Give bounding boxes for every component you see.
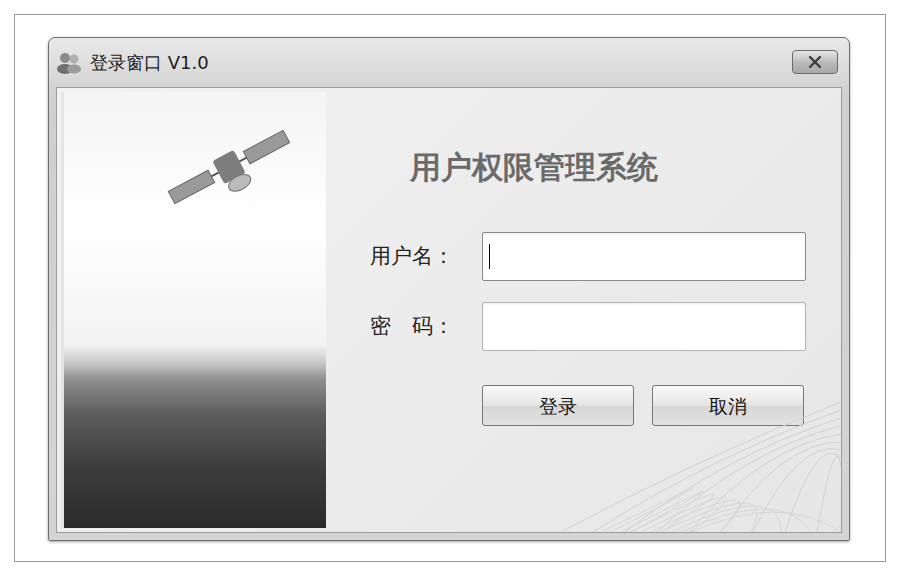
banner-picture	[61, 92, 326, 528]
login-button[interactable]: 登录	[482, 385, 634, 426]
close-icon	[809, 56, 821, 68]
title-group: 登录窗口 V1.0	[56, 49, 209, 76]
mesh-decoration-icon	[541, 372, 841, 532]
button-row: 登录取消	[482, 385, 841, 426]
cancel-button[interactable]: 取消	[652, 385, 804, 426]
window-title: 登录窗口 V1.0	[90, 49, 209, 76]
field-label: 用户名：	[370, 241, 482, 273]
field-label: 密 码：	[370, 311, 482, 343]
login-window: 登录窗口 V1.0 用户权限管理系统用户名： 密 码： 登录取消	[48, 37, 850, 541]
title-bar: 登录窗口 V1.0	[56, 38, 842, 87]
client-area: 用户权限管理系统用户名： 密 码： 登录取消	[56, 87, 842, 533]
users-icon	[56, 50, 82, 74]
username-input[interactable]	[482, 232, 806, 281]
field-box	[482, 302, 806, 351]
text-caret	[489, 244, 490, 269]
login-form: 用户名： 密 码：	[370, 232, 841, 351]
field-box	[482, 232, 806, 281]
login-panel: 用户权限管理系统用户名： 密 码： 登录取消	[326, 92, 841, 528]
screen-frame: 登录窗口 V1.0 用户权限管理系统用户名： 密 码： 登录取消	[14, 14, 886, 562]
close-button[interactable]	[792, 50, 838, 74]
password-input[interactable]	[482, 302, 806, 351]
satellite-icon	[159, 122, 299, 212]
system-heading: 用户权限管理系统	[410, 144, 841, 191]
